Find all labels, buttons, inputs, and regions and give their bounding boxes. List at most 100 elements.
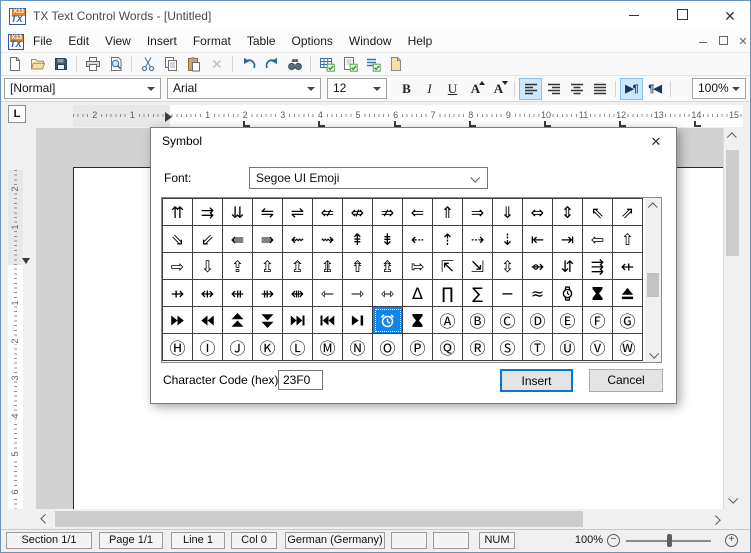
symbol-cell[interactable] bbox=[223, 307, 253, 334]
redo-button[interactable] bbox=[260, 54, 283, 75]
menu-item-format[interactable]: Format bbox=[185, 31, 239, 52]
symbol-cell[interactable]: Ⓚ bbox=[253, 334, 283, 361]
symbol-cell[interactable]: Ⓕ bbox=[583, 307, 613, 334]
horizontal-scrollbar[interactable] bbox=[1, 509, 750, 529]
scroll-right-button[interactable] bbox=[708, 509, 725, 529]
symbol-cell[interactable]: − bbox=[493, 280, 523, 307]
symbol-cell[interactable]: ⇫ bbox=[253, 253, 283, 280]
symbol-cell[interactable]: ⇳ bbox=[493, 253, 523, 280]
symbol-cell[interactable]: ⇓ bbox=[493, 199, 523, 226]
symbol-cell[interactable]: ⇰ bbox=[403, 253, 433, 280]
insert-button[interactable]: Insert bbox=[500, 369, 573, 392]
dialog-close-button[interactable]: ✕ bbox=[644, 132, 668, 152]
scroll-up-button[interactable] bbox=[724, 128, 741, 145]
zoom-in-button[interactable]: + bbox=[725, 534, 738, 547]
symbol-cell[interactable]: ⇙ bbox=[193, 226, 223, 253]
zoom-combobox[interactable]: 100% bbox=[692, 78, 746, 99]
top-margin-marker[interactable] bbox=[22, 258, 30, 264]
symbol-cell[interactable]: ⇵ bbox=[553, 253, 583, 280]
symbol-cell[interactable]: ⇔ bbox=[523, 199, 553, 226]
symbol-cell[interactable]: ⇛ bbox=[253, 226, 283, 253]
symbol-cell[interactable]: Ⓦ bbox=[613, 334, 643, 361]
symbol-cell[interactable]: Ⓖ bbox=[613, 307, 643, 334]
mdi-minimize-button[interactable] bbox=[694, 35, 712, 49]
symbol-cell[interactable]: ⇝ bbox=[313, 226, 343, 253]
grid-scroll-down-button[interactable] bbox=[645, 346, 661, 362]
rtl-marks-button[interactable]: ¶◀ bbox=[643, 78, 666, 100]
grid-scrollbar[interactable] bbox=[645, 198, 661, 362]
vertical-scrollbar[interactable] bbox=[723, 128, 740, 509]
print-preview-button[interactable] bbox=[104, 54, 127, 75]
font-combobox[interactable]: Arial bbox=[167, 78, 321, 99]
align-center-button[interactable] bbox=[565, 78, 588, 100]
symbol-cell[interactable]: ⇑ bbox=[433, 199, 463, 226]
grid-scroll-up-button[interactable] bbox=[645, 198, 661, 214]
symbol-cell[interactable] bbox=[283, 307, 313, 334]
align-right-button[interactable] bbox=[542, 78, 565, 100]
undo-button[interactable] bbox=[237, 54, 260, 75]
symbol-cell[interactable] bbox=[253, 307, 283, 334]
symbol-cell[interactable]: ⇨ bbox=[163, 253, 193, 280]
symbol-cell[interactable]: ⇴ bbox=[523, 253, 553, 280]
symbol-cell[interactable] bbox=[553, 280, 583, 307]
symbol-cell[interactable]: ⇕ bbox=[553, 199, 583, 226]
menu-item-file[interactable]: File bbox=[25, 31, 60, 52]
menu-item-table[interactable]: Table bbox=[239, 31, 284, 52]
symbol-cell[interactable]: Ⓤ bbox=[553, 334, 583, 361]
grid-scroll-thumb[interactable] bbox=[647, 273, 659, 297]
zoom-out-button[interactable]: − bbox=[607, 534, 620, 547]
menu-item-help[interactable]: Help bbox=[400, 31, 441, 52]
symbol-cell[interactable] bbox=[313, 307, 343, 334]
symbol-cell[interactable] bbox=[403, 307, 433, 334]
mdi-close-button[interactable]: ✕ bbox=[734, 35, 751, 49]
symbol-cell[interactable]: Ⓓ bbox=[523, 307, 553, 334]
symbol-cell[interactable]: ⇥ bbox=[553, 226, 583, 253]
symbol-cell[interactable]: ⇗ bbox=[613, 199, 643, 226]
style-combobox[interactable]: [Normal] bbox=[4, 78, 161, 99]
indent-marker[interactable] bbox=[165, 112, 172, 122]
symbol-cell[interactable]: ⇸ bbox=[163, 280, 193, 307]
symbol-cell[interactable]: ⇲ bbox=[463, 253, 493, 280]
symbol-cell[interactable]: ⇷ bbox=[613, 253, 643, 280]
symbol-cell[interactable]: ⇽ bbox=[313, 280, 343, 307]
symbol-cell[interactable] bbox=[193, 307, 223, 334]
symbol-cell[interactable]: ⇭ bbox=[313, 253, 343, 280]
symbol-cell[interactable]: ⇧ bbox=[613, 226, 643, 253]
symbol-cell[interactable]: ∑ bbox=[463, 280, 493, 307]
symbol-cell[interactable]: ⇋ bbox=[253, 199, 283, 226]
zoom-slider-thumb[interactable] bbox=[667, 534, 672, 547]
symbol-cell[interactable]: ⇊ bbox=[223, 199, 253, 226]
symbol-cell[interactable] bbox=[613, 280, 643, 307]
symbol-cell[interactable]: Ⓝ bbox=[343, 334, 373, 361]
symbol-cell[interactable]: ⇼ bbox=[283, 280, 313, 307]
insert-text-frame-button[interactable] bbox=[338, 54, 361, 75]
symbol-cell[interactable]: Ⓜ bbox=[313, 334, 343, 361]
menu-item-edit[interactable]: Edit bbox=[60, 31, 97, 52]
justify-button[interactable] bbox=[588, 78, 611, 100]
symbol-cell[interactable]: ⇜ bbox=[283, 226, 313, 253]
symbol-cell[interactable]: ⇎ bbox=[343, 199, 373, 226]
symbol-cell[interactable]: ⇌ bbox=[283, 199, 313, 226]
menu-item-insert[interactable]: Insert bbox=[139, 31, 185, 52]
print-button[interactable] bbox=[81, 54, 104, 75]
shrink-font-button[interactable]: A bbox=[487, 78, 510, 100]
mdi-restore-button[interactable] bbox=[714, 35, 732, 49]
symbol-cell[interactable]: ⇹ bbox=[193, 280, 223, 307]
font-size-combobox[interactable]: 12 bbox=[327, 78, 387, 99]
symbol-cell[interactable] bbox=[343, 307, 373, 334]
symbol-cell[interactable]: ⇡ bbox=[433, 226, 463, 253]
symbol-cell[interactable] bbox=[373, 307, 403, 334]
symbol-cell[interactable]: ⇚ bbox=[223, 226, 253, 253]
tab-stop-marker[interactable] bbox=[694, 121, 701, 127]
symbol-cell[interactable]: Ⓑ bbox=[463, 307, 493, 334]
symbol-cell[interactable]: ⇬ bbox=[283, 253, 313, 280]
symbol-cell[interactable]: ⇉ bbox=[193, 199, 223, 226]
symbol-cell[interactable]: Ⓡ bbox=[463, 334, 493, 361]
symbol-cell[interactable]: Ⓙ bbox=[223, 334, 253, 361]
paste-button[interactable] bbox=[182, 54, 205, 75]
vertical-scroll-thumb[interactable] bbox=[726, 150, 739, 256]
symbol-cell[interactable]: Ⓘ bbox=[193, 334, 223, 361]
symbol-cell[interactable]: ⇖ bbox=[583, 199, 613, 226]
symbol-cell[interactable] bbox=[163, 307, 193, 334]
character-code-input[interactable] bbox=[278, 370, 323, 390]
